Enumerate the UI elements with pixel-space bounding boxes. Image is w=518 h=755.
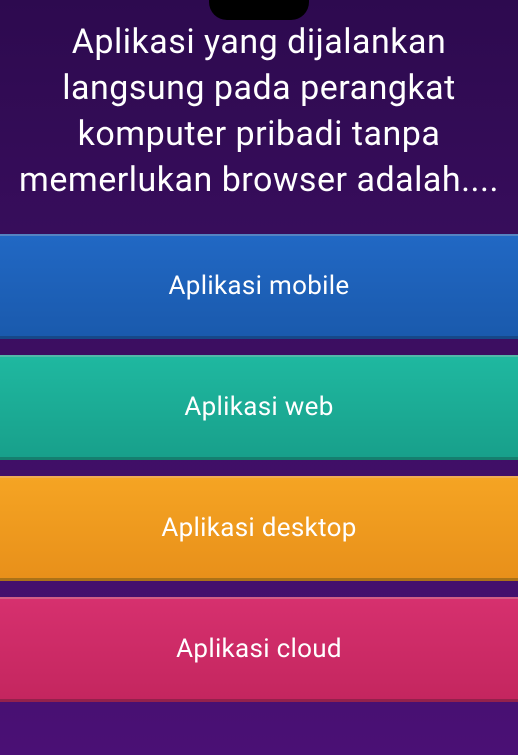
answers-container: Aplikasi mobile Aplikasi web Aplikasi de… bbox=[0, 234, 518, 702]
answer-option-1[interactable]: Aplikasi mobile bbox=[0, 234, 518, 339]
question-container: Aplikasi yang dijalankan langsung pada p… bbox=[0, 0, 518, 234]
answer-label: Aplikasi desktop bbox=[161, 513, 356, 543]
answer-option-2[interactable]: Aplikasi web bbox=[0, 355, 518, 460]
answer-option-4[interactable]: Aplikasi cloud bbox=[0, 597, 518, 702]
device-notch bbox=[209, 0, 309, 20]
answer-label: Aplikasi cloud bbox=[176, 634, 342, 664]
answer-label: Aplikasi mobile bbox=[169, 271, 350, 301]
answer-option-3[interactable]: Aplikasi desktop bbox=[0, 476, 518, 581]
answer-label: Aplikasi web bbox=[184, 392, 333, 422]
question-text: Aplikasi yang dijalankan langsung pada p… bbox=[10, 20, 508, 204]
